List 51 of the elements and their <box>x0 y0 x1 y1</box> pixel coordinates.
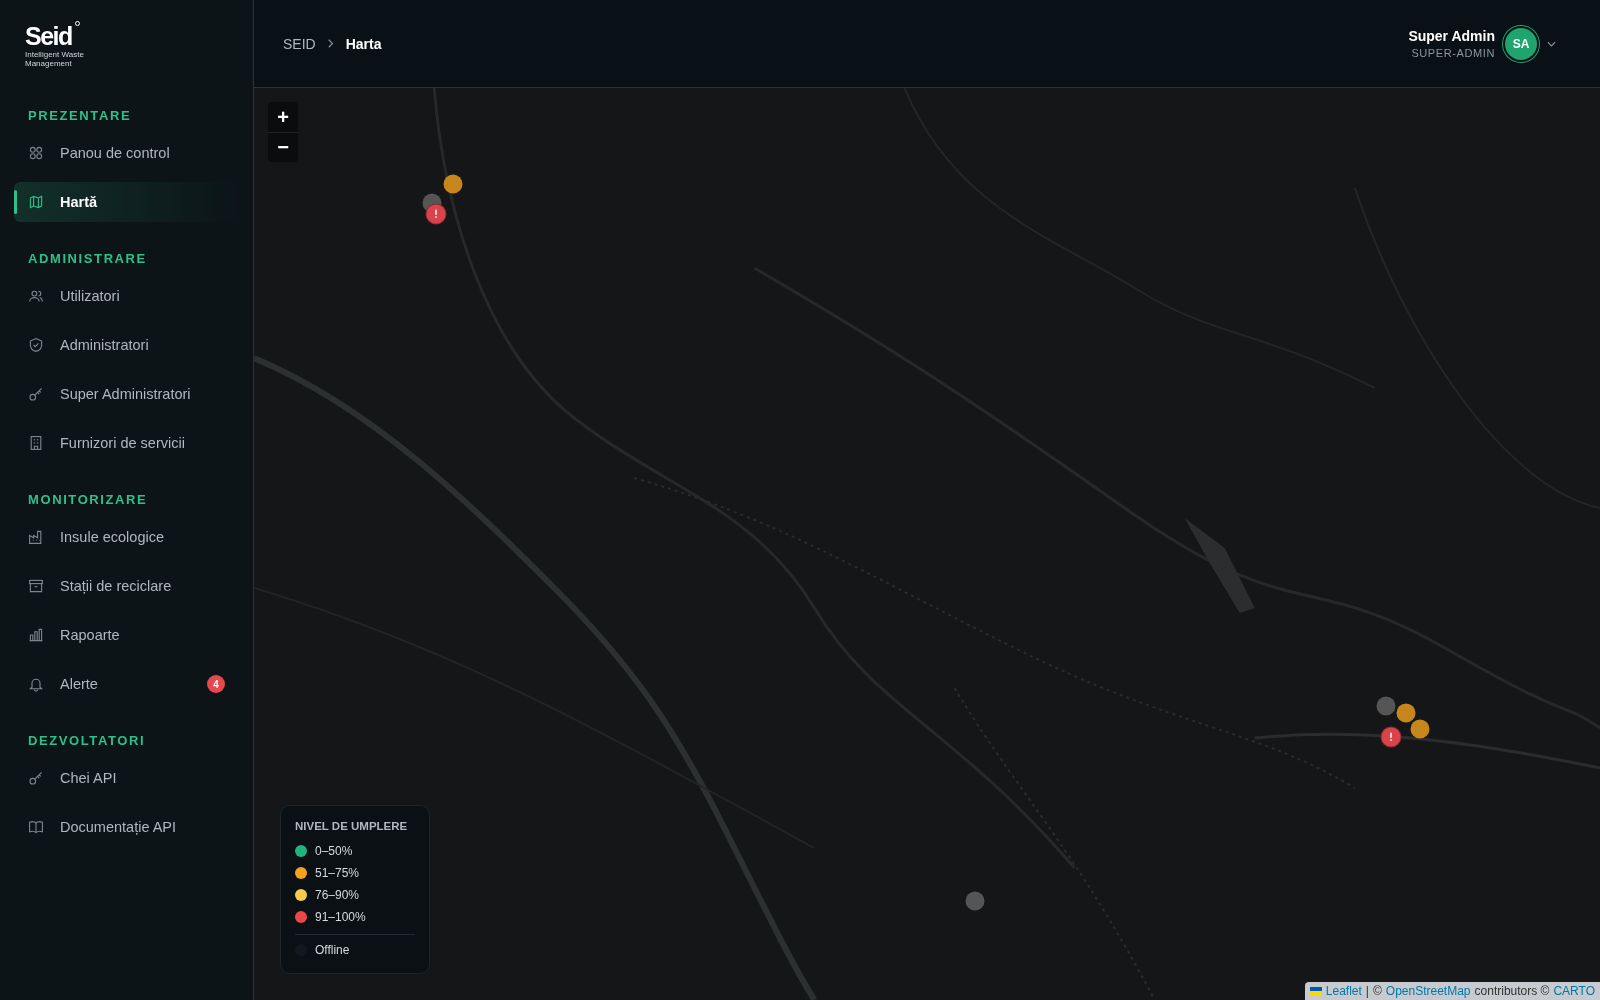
breadcrumb-item: Harta <box>345 35 382 52</box>
factory-icon <box>28 529 44 545</box>
section-heading: ADMINISTRARE <box>27 251 148 266</box>
caret-icon[interactable] <box>1547 40 1556 47</box>
building-icon <box>28 435 44 451</box>
users-icon <box>28 288 44 304</box>
logo-tagline: Intelligent Waste Management <box>25 51 85 69</box>
book-icon <box>28 819 44 835</box>
copyright-text: © <box>1373 984 1382 998</box>
chart-icon <box>28 627 44 643</box>
legend-label: Offline <box>315 943 350 957</box>
nav-item[interactable]: Documentație API <box>14 807 239 847</box>
nav-item[interactable]: Stații de reciclare <box>14 566 239 606</box>
nav-item[interactable]: Utilizatori <box>14 276 239 316</box>
nav-item[interactable]: Insule ecologice <box>14 517 239 557</box>
separator-text: | <box>1365 984 1369 998</box>
legend-label: 51–75% <box>315 866 360 880</box>
section-heading: PREZENTARE <box>27 108 133 123</box>
key-icon <box>28 386 44 402</box>
user-name: Super Admin <box>1408 28 1495 44</box>
legend-title: NIVEL DE UMPLERE <box>295 820 409 832</box>
shield-icon <box>28 337 44 353</box>
legend-label: 91–100% <box>315 910 366 924</box>
section-heading: MONITORIZARE <box>27 492 149 507</box>
bell-icon <box>28 676 44 692</box>
nav-item[interactable]: Panou de control <box>14 133 239 173</box>
logo-wordmark: Seid <box>25 24 72 49</box>
nav-item[interactable]: Furnizori de servicii <box>14 423 239 463</box>
nav-item[interactable]: Administratori <box>14 325 239 365</box>
exclamation-icon <box>434 209 438 219</box>
nav-item[interactable]: Rapoarte <box>14 615 239 655</box>
nav-item[interactable]: Alerte 4 <box>14 664 239 704</box>
zoom-in-button[interactable]: + <box>268 102 298 132</box>
nav-item[interactable]: Chei API <box>14 758 239 798</box>
flag-icon <box>1309 987 1322 995</box>
legend-label: 0–50% <box>315 844 353 858</box>
bin-icon <box>28 578 44 594</box>
breadcrumb-item[interactable]: SEID <box>283 35 316 52</box>
map[interactable]: + − NIVEL DE UMPLERE 0–50% 51–75% 76–90% 91–100% Offline Leaflet | © OpenStreetMap contributors © CARTO <box>254 88 1600 1000</box>
contributors-text: contributors © <box>1474 984 1550 998</box>
grid-icon <box>28 145 44 161</box>
exclamation-icon <box>1389 732 1393 742</box>
chevron-icon <box>327 39 334 48</box>
section-heading: DEZVOLTATORI <box>27 733 147 748</box>
key-icon <box>28 770 44 786</box>
zoom-out-button[interactable]: − <box>268 132 298 162</box>
user-role: SUPER-ADMIN <box>1410 47 1495 59</box>
map-icon <box>28 194 44 210</box>
legend-label: 76–90% <box>315 888 360 902</box>
nav-item[interactable]: Super Administratori <box>14 374 239 414</box>
count-badge: 4 <box>207 675 225 693</box>
